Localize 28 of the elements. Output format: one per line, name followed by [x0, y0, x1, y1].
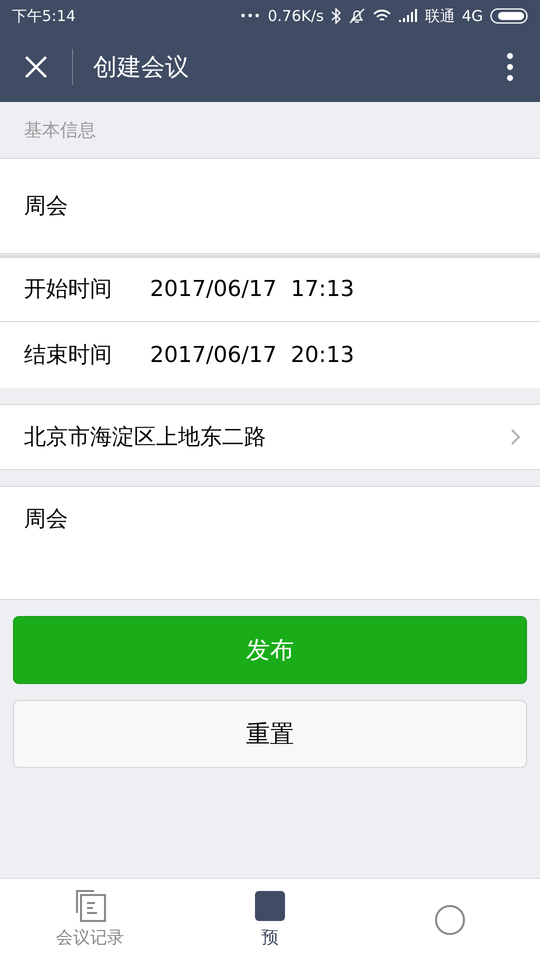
status-dots: ••• — [239, 8, 261, 25]
signal-icon — [398, 9, 418, 23]
title-input[interactable]: 周会 — [0, 158, 540, 254]
more-icon — [506, 52, 514, 82]
description-textarea[interactable]: 周会 — [0, 486, 540, 600]
tab-item[interactable]: 会议记录 — [0, 879, 180, 960]
network-type: 4G — [462, 6, 483, 27]
time-label: 结束时间 — [24, 342, 113, 370]
wifi-icon — [372, 9, 391, 23]
section-label: 基本信息 — [24, 118, 96, 142]
status-time: 下午5:14 — [12, 6, 76, 27]
bell-off-icon — [348, 8, 366, 24]
location-text: 北京市海淀区上地东二路 — [24, 424, 267, 452]
time-value: 2017/06/17 20:13 — [150, 342, 354, 370]
location-row[interactable]: 北京市海淀区上地东二路 — [0, 404, 540, 470]
tab-item[interactable]: 预 — [180, 879, 360, 960]
page-title: 创建会议 — [93, 52, 189, 83]
time-value: 2017/06/17 17:13 — [150, 276, 354, 304]
time-label: 开始时间 — [24, 276, 113, 304]
close-icon — [24, 55, 48, 79]
time-row[interactable]: 结束时间 2017/06/17 20:13 — [0, 322, 540, 388]
time-row[interactable]: 开始时间 2017/06/17 17:13 — [0, 258, 540, 322]
battery-icon — [490, 8, 528, 24]
network-speed: 0.76K/s — [268, 6, 324, 27]
chevron-right-icon — [511, 429, 520, 445]
bluetooth-icon — [330, 8, 341, 24]
reset-button[interactable]: 重置 — [13, 700, 527, 768]
carrier-name: 联通 — [424, 6, 455, 27]
